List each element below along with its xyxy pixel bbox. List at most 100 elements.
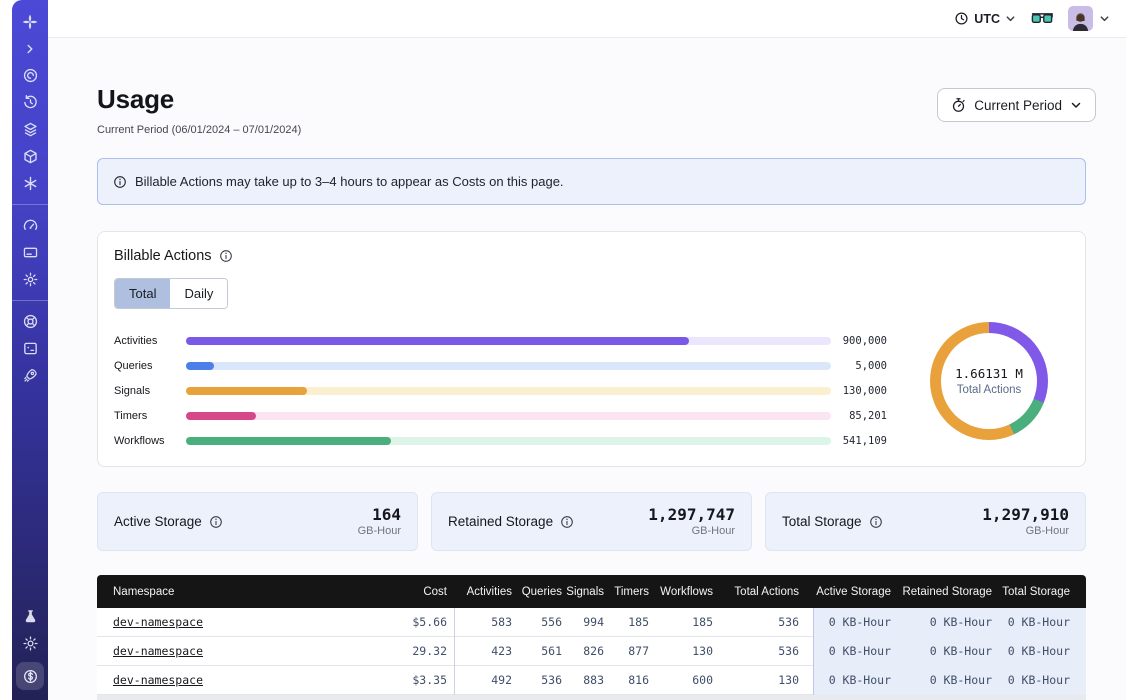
- sidebar-divider: [12, 204, 48, 205]
- col-header-total-actions[interactable]: Total Actions: [717, 586, 813, 598]
- timers-cell: 185: [608, 608, 653, 637]
- bar-label: Activities: [114, 335, 186, 347]
- namespace-link[interactable]: dev-namespace: [113, 644, 203, 658]
- queries-cell: 561: [516, 637, 566, 666]
- bar-track: [186, 337, 831, 345]
- col-header-signals[interactable]: Signals: [566, 586, 608, 598]
- bar-fill: [186, 437, 391, 445]
- bar-label: Signals: [114, 385, 186, 397]
- period-dropdown-button[interactable]: Current Period: [937, 88, 1096, 122]
- sidebar-bottom-group: [12, 603, 48, 690]
- bar-track: [186, 412, 831, 420]
- storage-card-label: Retained Storage: [448, 514, 574, 529]
- topbar: UTC: [48, 0, 1126, 38]
- storage-card-value: 164: [358, 506, 401, 524]
- namespace-cell: dev-namespace: [97, 608, 365, 637]
- chevron-right-icon[interactable]: [12, 35, 48, 62]
- storage-card-label: Active Storage: [114, 514, 223, 529]
- credit-card-icon[interactable]: [12, 239, 48, 266]
- info-icon[interactable]: [560, 515, 574, 529]
- namespace-cell: dev-namespace: [97, 666, 365, 695]
- namespace-link[interactable]: dev-namespace: [113, 673, 203, 687]
- table-row: dev-namespace 29.32 423 561 826 877 130 …: [97, 637, 1086, 666]
- active-storage-cell: 0 KB-Hour: [813, 608, 895, 637]
- col-header-total-storage[interactable]: Total Storage: [996, 586, 1086, 598]
- timezone-selector[interactable]: UTC: [954, 11, 1016, 26]
- total-daily-toggle: Total Daily: [114, 278, 228, 309]
- activities-cell: 583: [454, 608, 516, 637]
- col-header-namespace[interactable]: Namespace: [97, 586, 365, 598]
- lifebuoy-icon[interactable]: [12, 308, 48, 335]
- info-icon[interactable]: [219, 249, 233, 263]
- asterisk-icon[interactable]: [12, 170, 48, 197]
- storage-card-label-text: Retained Storage: [448, 514, 553, 529]
- cost-cell: $3.35: [365, 666, 454, 695]
- temporal-logo[interactable]: [12, 8, 48, 35]
- 3d-glasses-icon[interactable]: [1031, 11, 1053, 26]
- bar-fill: [186, 337, 689, 345]
- namespaces-icon[interactable]: [12, 62, 48, 89]
- billable-actions-card: Billable Actions Total Daily Activities …: [97, 231, 1086, 467]
- signals-cell: 883: [566, 666, 608, 695]
- col-header-active-storage[interactable]: Active Storage: [813, 586, 895, 598]
- signals-cell: 826: [566, 637, 608, 666]
- workflows-cell: 600: [653, 666, 717, 695]
- tab-daily[interactable]: Daily: [170, 279, 227, 308]
- cost-cell: 29.32: [365, 637, 454, 666]
- sun-icon[interactable]: [12, 630, 48, 657]
- bar-fill: [186, 387, 307, 395]
- usage-bar-row: Signals 130,000: [114, 378, 887, 403]
- flask-icon[interactable]: [12, 603, 48, 630]
- total-actions-cell: 536: [717, 608, 813, 637]
- storage-card: Retained Storage 1,297,747 GB-Hour: [431, 492, 752, 551]
- chevron-down-icon: [1099, 13, 1110, 24]
- queries-cell: 536: [516, 666, 566, 695]
- storage-card: Active Storage 164 GB-Hour: [97, 492, 418, 551]
- storage-card-value-group: 1,297,747 GB-Hour: [648, 506, 735, 538]
- page-title: Usage: [97, 84, 174, 115]
- info-banner: Billable Actions may take up to 3–4 hour…: [97, 158, 1086, 205]
- namespace-link[interactable]: dev-namespace: [113, 615, 203, 629]
- sidebar: [12, 0, 48, 700]
- clock-icon: [954, 11, 969, 26]
- col-header-cost[interactable]: Cost: [365, 586, 454, 598]
- usage-bar-row: Timers 85,201: [114, 403, 887, 428]
- col-header-activities[interactable]: Activities: [454, 586, 516, 598]
- timezone-label: UTC: [974, 12, 1000, 26]
- history-icon[interactable]: [12, 89, 48, 116]
- signals-cell: 994: [566, 608, 608, 637]
- cube-icon[interactable]: [12, 143, 48, 170]
- bar-value: 5,000: [831, 360, 887, 372]
- bar-label: Workflows: [114, 435, 186, 447]
- info-icon[interactable]: [209, 515, 223, 529]
- gear-icon[interactable]: [12, 266, 48, 293]
- table-cutoff-strip: [97, 695, 1086, 700]
- col-header-retained-storage[interactable]: Retained Storage: [895, 586, 996, 598]
- usage-billing-active-item[interactable]: [16, 662, 44, 690]
- storage-card-value-group: 164 GB-Hour: [358, 506, 401, 538]
- timers-cell: 877: [608, 637, 653, 666]
- info-icon: [113, 175, 127, 189]
- retained-storage-cell: 0 KB-Hour: [895, 608, 996, 637]
- activities-cell: 492: [454, 666, 516, 695]
- tab-total[interactable]: Total: [115, 279, 170, 308]
- total-actions-cell: 130: [717, 666, 813, 695]
- layers-icon[interactable]: [12, 116, 48, 143]
- rocket-icon[interactable]: [12, 362, 48, 389]
- col-header-workflows[interactable]: Workflows: [653, 586, 717, 598]
- account-menu[interactable]: [1068, 6, 1110, 31]
- bar-value: 900,000: [831, 335, 887, 347]
- col-header-queries[interactable]: Queries: [516, 586, 566, 598]
- chevron-down-icon: [1005, 13, 1016, 24]
- banner-text: Billable Actions may take up to 3–4 hour…: [135, 174, 564, 189]
- table-row: dev-namespace $5.66 583 556 994 185 185 …: [97, 608, 1086, 637]
- col-header-timers[interactable]: Timers: [608, 586, 653, 598]
- gauge-icon[interactable]: [12, 212, 48, 239]
- bar-label: Queries: [114, 360, 186, 372]
- info-icon[interactable]: [869, 515, 883, 529]
- total-storage-cell: 0 KB-Hour: [996, 608, 1086, 637]
- bar-track: [186, 362, 831, 370]
- usage-bar-row: Activities 900,000: [114, 328, 887, 353]
- feedback-icon[interactable]: [12, 335, 48, 362]
- bar-track: [186, 387, 831, 395]
